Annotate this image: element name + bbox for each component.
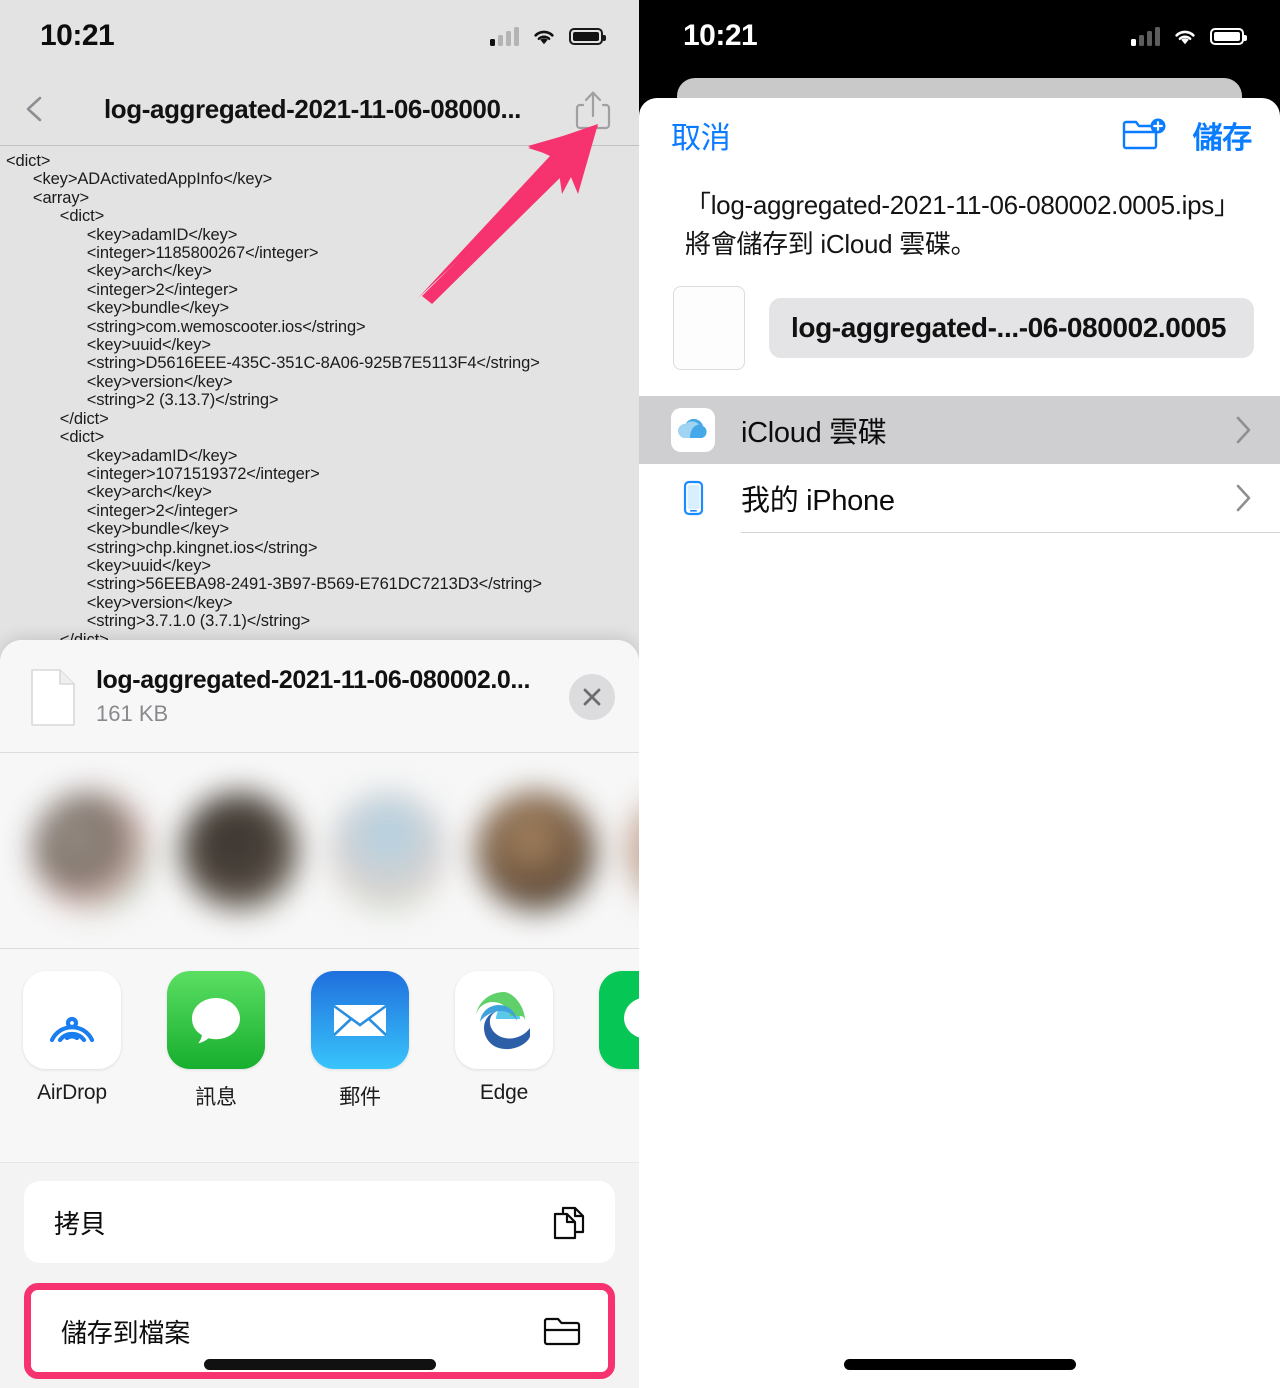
document-thumbnail [673, 286, 745, 370]
share-actions-list: 拷貝 儲存到檔案 [0, 1163, 639, 1388]
share-sheet: log-aggregated-2021-11-06-080002.0... 16… [0, 640, 639, 1388]
share-app-line[interactable] [576, 971, 639, 1081]
avatar[interactable] [314, 792, 462, 910]
edge-icon [455, 971, 553, 1069]
avatar[interactable] [610, 792, 639, 910]
avatar[interactable] [18, 792, 166, 910]
location-my-iphone[interactable]: 我的 iPhone [639, 464, 1280, 532]
home-indicator [843, 1359, 1076, 1370]
sheet-nav-right: 儲存 [1121, 113, 1252, 157]
action-label: 拷貝 [54, 1208, 106, 1239]
save-button[interactable]: 儲存 [1193, 113, 1253, 157]
wifi-icon [1172, 26, 1198, 46]
divider [741, 532, 1280, 533]
file-preview-row: log-aggregated-...-06-080002.0005 [639, 264, 1280, 396]
action-copy[interactable]: 拷貝 [24, 1181, 615, 1263]
file-name-field[interactable]: log-aggregated-...-06-080002.0005 [769, 298, 1254, 358]
share-app-edge[interactable]: Edge [432, 971, 576, 1105]
app-label: Edge [479, 1081, 529, 1104]
cellular-bars-icon [1131, 26, 1160, 46]
status-bar: 10:21 [639, 0, 1280, 72]
plist-content: <dict> <key>ADActivatedAppInfo</key> <ar… [6, 152, 542, 649]
mail-icon [311, 971, 409, 1069]
iphone-icon [669, 474, 717, 522]
copy-icon [549, 1202, 589, 1242]
app-label: 訊息 [195, 1086, 237, 1109]
action-label: 儲存到檔案 [61, 1317, 191, 1348]
chevron-right-icon [1234, 414, 1254, 446]
share-icon[interactable] [573, 88, 613, 130]
right-phone-screen: 10:21 取消 儲存 「log-aggregated-2021-11-06-0… [639, 0, 1280, 1388]
folder-icon [542, 1311, 582, 1351]
navigation-bar: log-aggregated-2021-11-06-08000... [0, 72, 639, 146]
close-icon[interactable] [569, 673, 615, 720]
share-apps-row[interactable]: AirDrop 訊息 郵件 Edge [0, 949, 639, 1163]
contacts-suggestions-row[interactable] [0, 753, 639, 949]
avatar[interactable] [166, 792, 314, 910]
file-name: log-aggregated-2021-11-06-080002.0... [96, 666, 531, 694]
location-icloud-drive[interactable]: iCloud 雲碟 [639, 396, 1280, 464]
status-time: 10:21 [40, 19, 115, 52]
shared-file-row: log-aggregated-2021-11-06-080002.0... 16… [0, 640, 639, 753]
left-phone-screen: 10:21 log-aggregated-2021-11-06-08000... [0, 0, 639, 1388]
document-icon [30, 668, 76, 726]
messages-icon [167, 971, 265, 1069]
battery-full-icon [569, 27, 606, 45]
dual-screenshot: 10:21 log-aggregated-2021-11-06-08000... [0, 0, 1280, 1388]
file-size: 161 KB [96, 701, 169, 726]
file-meta: log-aggregated-2021-11-06-080002.0... 16… [96, 666, 555, 727]
location-label: 我的 iPhone [741, 485, 895, 517]
share-app-airdrop[interactable]: AirDrop [0, 971, 144, 1105]
icloud-drive-icon [669, 406, 717, 454]
cellular-bars-icon [490, 26, 519, 46]
chevron-left-icon[interactable] [18, 92, 52, 126]
wifi-icon [531, 26, 557, 46]
avatar[interactable] [462, 792, 610, 910]
app-label: AirDrop [37, 1081, 107, 1104]
airdrop-icon [23, 971, 121, 1069]
status-indicators [490, 26, 606, 46]
page-title: log-aggregated-2021-11-06-08000... [103, 93, 522, 124]
share-app-messages[interactable]: 訊息 [144, 971, 288, 1111]
sheet-navigation-bar: 取消 儲存 [639, 98, 1280, 172]
chevron-right-icon [1234, 482, 1254, 514]
status-bar: 10:21 [0, 0, 639, 72]
share-app-mail[interactable]: 郵件 [288, 971, 432, 1111]
line-icon [599, 971, 639, 1069]
status-indicators [1131, 26, 1247, 46]
cancel-button[interactable]: 取消 [671, 113, 731, 157]
status-time: 10:21 [683, 19, 758, 52]
battery-full-icon [1210, 27, 1247, 45]
location-label: iCloud 雲碟 [741, 417, 887, 449]
save-to-files-sheet: 取消 儲存 「log-aggregated-2021-11-06-080002.… [639, 98, 1280, 1388]
save-description: 「log-aggregated-2021-11-06-080002.0005.i… [685, 190, 1227, 259]
app-label: 郵件 [339, 1086, 381, 1109]
new-folder-icon[interactable] [1121, 115, 1167, 155]
home-indicator [203, 1359, 436, 1370]
